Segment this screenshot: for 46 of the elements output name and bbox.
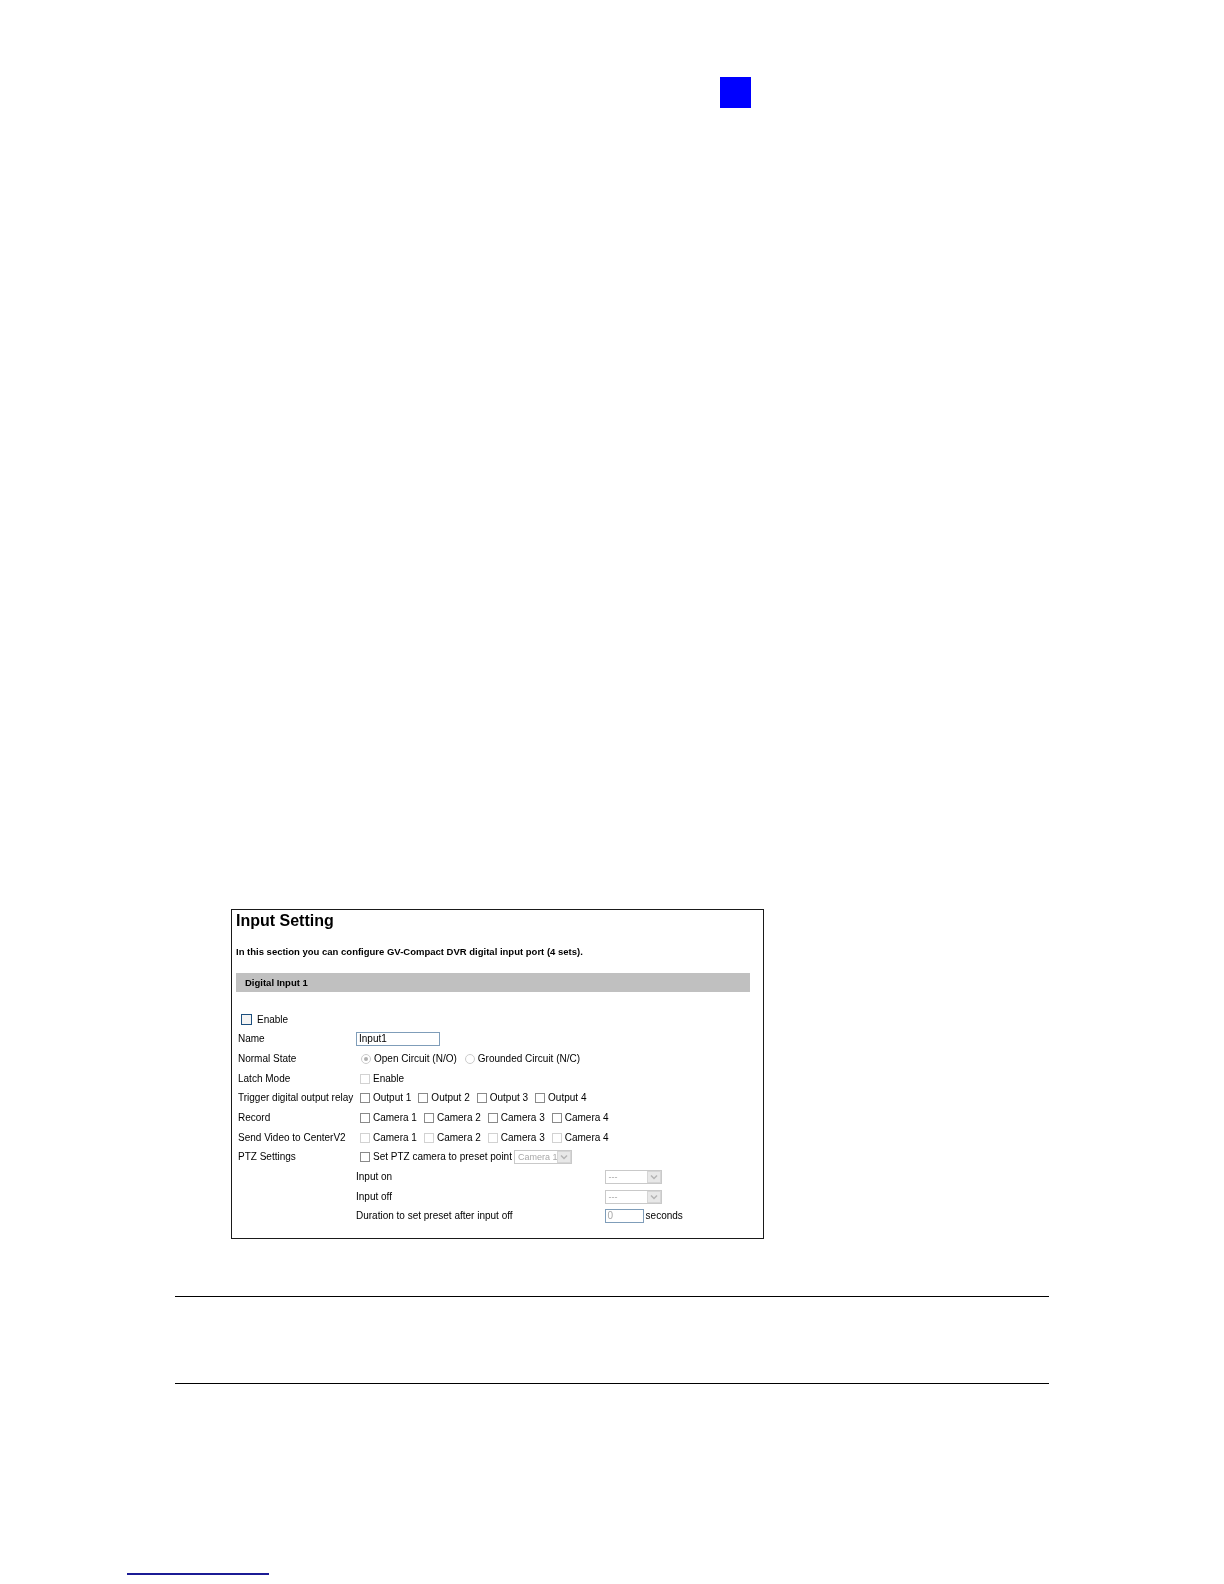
square-marker-icon [720,77,751,108]
option-label: Open Circuit (N/O) [374,1052,457,1065]
checkbox[interactable] [551,1112,562,1123]
field-label: Duration to set preset after input off [356,1210,514,1223]
section-header-bar: Digital Input 1 [236,973,750,992]
checkbox[interactable] [535,1093,546,1104]
option-label: Enable [257,1013,289,1026]
description-text: In this section you can configure GV-Compact DVR digital input port (4 sets). [236,945,583,958]
option-label: Camera 3 [500,1111,545,1124]
checkbox[interactable] [241,1014,252,1026]
option-label: Grounded Circuit (N/C) [477,1052,581,1065]
option-label: Set PTZ camera to preset point [373,1151,512,1164]
caret-icon [557,1151,572,1164]
option-label: Output 4 [548,1092,587,1105]
field-label: Latch Mode [238,1072,291,1085]
field-label: Input off [356,1190,393,1203]
field-label: PTZ Settings [238,1151,296,1164]
option-label: Camera 1 [373,1131,417,1144]
checkbox[interactable] [360,1093,370,1104]
field-label: Trigger digital output relay [238,1092,354,1105]
option-label: Camera 1 [373,1111,417,1124]
checkbox[interactable] [418,1093,429,1104]
panel-title: Input Setting [236,911,334,931]
option-label: Camera 4 [564,1111,609,1124]
text-field[interactable]: Input1 [356,1032,440,1047]
option-label: Camera 2 [436,1131,481,1144]
option-label: Camera 3 [500,1131,545,1144]
checkbox[interactable] [423,1112,434,1123]
option-label: Enable [373,1072,405,1085]
caret-icon [646,1190,661,1203]
option-label: Output 2 [431,1092,470,1105]
field-label: Record [238,1111,271,1124]
checkbox[interactable] [476,1093,487,1104]
caret-icon [646,1171,661,1184]
option-label: Output 1 [373,1092,412,1105]
unit-label: seconds [645,1210,683,1223]
option-label: Camera 2 [436,1111,481,1124]
checkbox[interactable] [360,1112,370,1123]
option-label: Camera 4 [564,1131,609,1144]
checkbox[interactable] [487,1112,498,1123]
field-label: Normal State [238,1052,297,1065]
field-label: Send Video to CenterV2 [238,1131,346,1144]
checkbox[interactable] [360,1152,370,1163]
option-label: Output 3 [489,1092,529,1105]
field-label: Name [238,1033,265,1046]
field-label: Input on [356,1171,394,1184]
